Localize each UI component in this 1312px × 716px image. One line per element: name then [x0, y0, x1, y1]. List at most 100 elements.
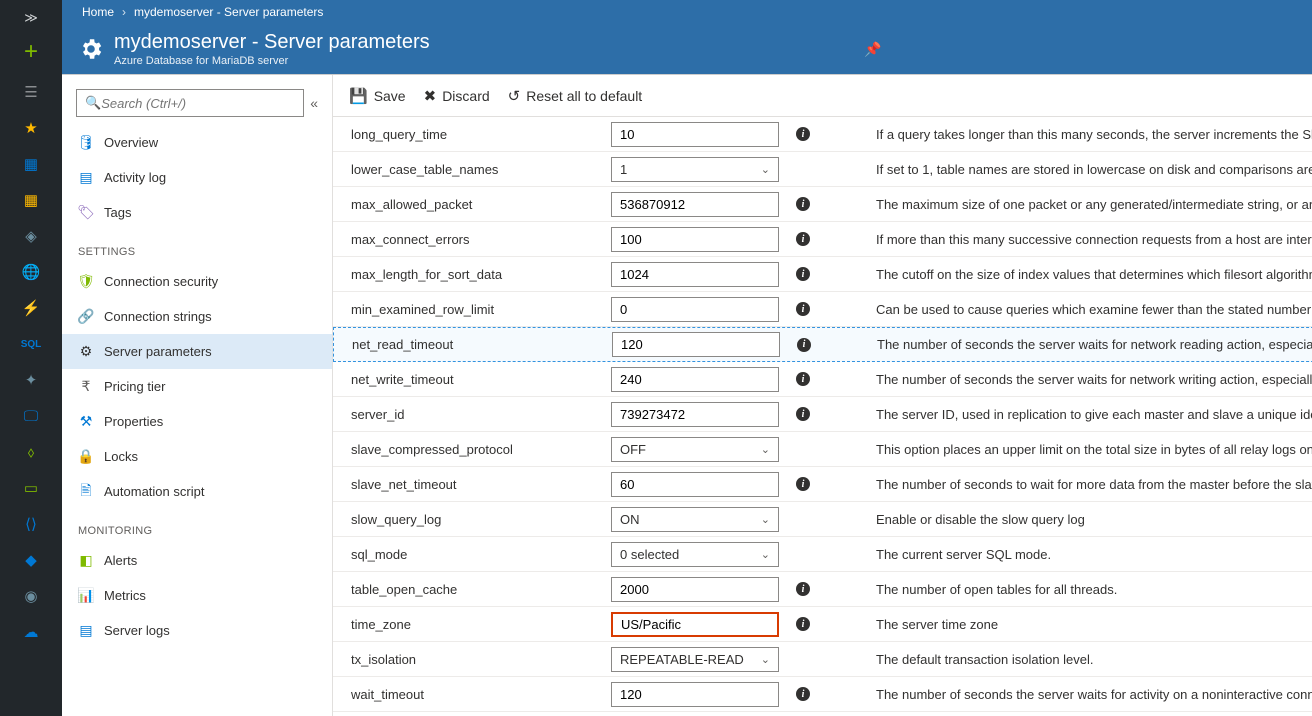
reset-button[interactable]: ↺Reset all to default: [508, 87, 643, 105]
alerts-icon: ◧: [78, 553, 94, 569]
info-icon[interactable]: i: [796, 617, 810, 631]
sidebar-item-conn-strings[interactable]: 🔗Connection strings: [62, 299, 332, 334]
param-select-tx_isolation[interactable]: REPEATABLE-READ⌄: [611, 647, 779, 672]
param-input-max_allowed_packet[interactable]: [611, 192, 779, 217]
cosmos-icon[interactable]: ✦: [0, 362, 62, 398]
info-icon[interactable]: i: [796, 127, 810, 141]
storage-icon[interactable]: ▭: [0, 470, 62, 506]
vm-icon[interactable]: 🖵: [0, 398, 62, 434]
overview-icon: 🛢: [78, 135, 94, 151]
monitor-icon[interactable]: ◉: [0, 578, 62, 614]
breadcrumb-home[interactable]: Home: [82, 5, 114, 19]
param-description: The server ID, used in replication to gi…: [876, 407, 1312, 422]
param-name: max_connect_errors: [351, 232, 611, 247]
page-header: mydemoserver - Server parameters Azure D…: [62, 24, 1312, 74]
resource-groups-icon[interactable]: ▦: [0, 182, 62, 218]
info-icon[interactable]: i: [796, 372, 810, 386]
favorites-icon[interactable]: ★: [0, 110, 62, 146]
search-input[interactable]: 🔍: [76, 89, 304, 117]
info-icon[interactable]: i: [796, 687, 810, 701]
sidebar-item-properties[interactable]: ⚒Properties: [62, 404, 332, 439]
param-select-slave_compressed_protocol[interactable]: OFF⌄: [611, 437, 779, 462]
info-icon[interactable]: i: [796, 582, 810, 596]
param-description: The default transaction isolation level.: [876, 652, 1312, 667]
param-description: The number of seconds the server waits f…: [876, 372, 1312, 387]
sidebar-item-tags[interactable]: 🏷Tags: [62, 195, 332, 230]
param-name: long_query_time: [351, 127, 611, 142]
info-icon[interactable]: i: [797, 338, 811, 352]
sidebar-item-overview[interactable]: 🛢Overview: [62, 125, 332, 160]
param-name: time_zone: [351, 617, 611, 632]
sidebar-item-pricing[interactable]: ₹Pricing tier: [62, 369, 332, 404]
info-icon[interactable]: i: [796, 267, 810, 281]
all-services-icon[interactable]: ☰: [0, 74, 62, 110]
sidebar-item-logs[interactable]: ▤Server logs: [62, 613, 332, 648]
dashboard-icon[interactable]: ▦: [0, 146, 62, 182]
chevron-down-icon: ⌄: [761, 163, 770, 176]
param-description: The cutoff on the size of index values t…: [876, 267, 1312, 282]
param-row-wait_timeout: wait_timeoutiThe number of seconds the s…: [333, 677, 1312, 712]
sql-icon[interactable]: SQL: [0, 326, 62, 362]
page-title: mydemoserver - Server parameters: [114, 31, 430, 53]
param-name: net_write_timeout: [351, 372, 611, 387]
sidebar-item-conn-security[interactable]: 🛡Connection security: [62, 264, 332, 299]
network-icon[interactable]: ⟨⟩: [0, 506, 62, 542]
param-input-slave_net_timeout[interactable]: [611, 472, 779, 497]
sidebar-item-locks[interactable]: 🔒Locks: [62, 439, 332, 474]
param-select-slow_query_log[interactable]: ON⌄: [611, 507, 779, 532]
param-description: If more than this many successive connec…: [876, 232, 1312, 247]
param-name: table_open_cache: [351, 582, 611, 597]
param-row-slow_query_log: slow_query_logON⌄ Enable or disable the s…: [333, 502, 1312, 537]
toolbar: 💾Save ✖Discard ↺Reset all to default: [333, 75, 1312, 117]
param-input-net_read_timeout[interactable]: [612, 332, 780, 357]
info-icon[interactable]: i: [796, 197, 810, 211]
param-name: slave_net_timeout: [351, 477, 611, 492]
param-row-max_connect_errors: max_connect_errors i If more than this man…: [333, 222, 1312, 257]
param-input-net_write_timeout[interactable]: [611, 367, 779, 392]
sidebar-item-alerts[interactable]: ◧Alerts: [62, 543, 332, 578]
load-balancer-icon[interactable]: ⬨: [0, 434, 62, 470]
info-icon[interactable]: i: [796, 232, 810, 246]
sidebar-item-activity[interactable]: ▤Activity log: [62, 160, 332, 195]
param-name: slow_query_log: [351, 512, 611, 527]
sidebar-item-server-params[interactable]: ⚙Server parameters: [62, 334, 332, 369]
param-input-min_examined_row_limit[interactable]: [611, 297, 779, 322]
cloud-icon[interactable]: ☁: [0, 614, 62, 650]
globe-icon[interactable]: 🌐: [0, 254, 62, 290]
sidebar: 🔍 « 🛢Overview ▤Activity log 🏷Tags SETTIN…: [62, 75, 333, 716]
search-icon: 🔍: [85, 95, 101, 111]
param-input-table_open_cache[interactable]: [611, 577, 779, 602]
cube-icon[interactable]: ◈: [0, 218, 62, 254]
functions-icon[interactable]: ⚡: [0, 290, 62, 326]
param-input-max_connect_errors[interactable]: [611, 227, 779, 252]
info-icon[interactable]: i: [796, 302, 810, 316]
expand-rail-icon[interactable]: ≫: [0, 6, 62, 30]
collapse-sidebar-icon[interactable]: «: [310, 95, 318, 111]
discard-button[interactable]: ✖Discard: [424, 87, 490, 105]
param-input-max_length_for_sort_data[interactable]: [611, 262, 779, 287]
gear-icon: [76, 34, 106, 64]
param-name: min_examined_row_limit: [351, 302, 611, 317]
page-subtitle: Azure Database for MariaDB server: [114, 55, 430, 67]
info-icon[interactable]: i: [796, 477, 810, 491]
param-description: The number of seconds the server waits f…: [877, 337, 1312, 352]
param-select-lower_case_table_names[interactable]: 1⌄: [611, 157, 779, 182]
param-select-sql_mode[interactable]: 0 selected⌄: [611, 542, 779, 567]
left-rail: ≫ + ☰ ★ ▦ ▦ ◈ 🌐 ⚡ SQL ✦ 🖵 ⬨ ▭ ⟨⟩ ◆ ◉ ☁: [0, 0, 62, 716]
sidebar-item-automation[interactable]: 🖹Automation script: [62, 474, 332, 509]
param-input-wait_timeout[interactable]: [611, 682, 779, 707]
pin-icon[interactable]: 📌: [864, 41, 881, 58]
param-description: Enable or disable the slow query log: [876, 512, 1312, 527]
param-input-server_id[interactable]: [611, 402, 779, 427]
create-resource-icon[interactable]: +: [0, 30, 62, 74]
param-row-tx_isolation: tx_isolationREPEATABLE-READ⌄The default …: [333, 642, 1312, 677]
info-icon[interactable]: i: [796, 407, 810, 421]
activity-log-icon: ▤: [78, 170, 94, 186]
aad-icon[interactable]: ◆: [0, 542, 62, 578]
save-button[interactable]: 💾Save: [349, 87, 406, 105]
sidebar-item-metrics[interactable]: 📊Metrics: [62, 578, 332, 613]
param-input-time_zone[interactable]: [611, 612, 779, 637]
param-row-max_allowed_packet: max_allowed_packetiThe maximum size of o…: [333, 187, 1312, 222]
param-input-long_query_time[interactable]: [611, 122, 779, 147]
param-row-min_examined_row_limit: min_examined_row_limitiCan be used to ca…: [333, 292, 1312, 327]
